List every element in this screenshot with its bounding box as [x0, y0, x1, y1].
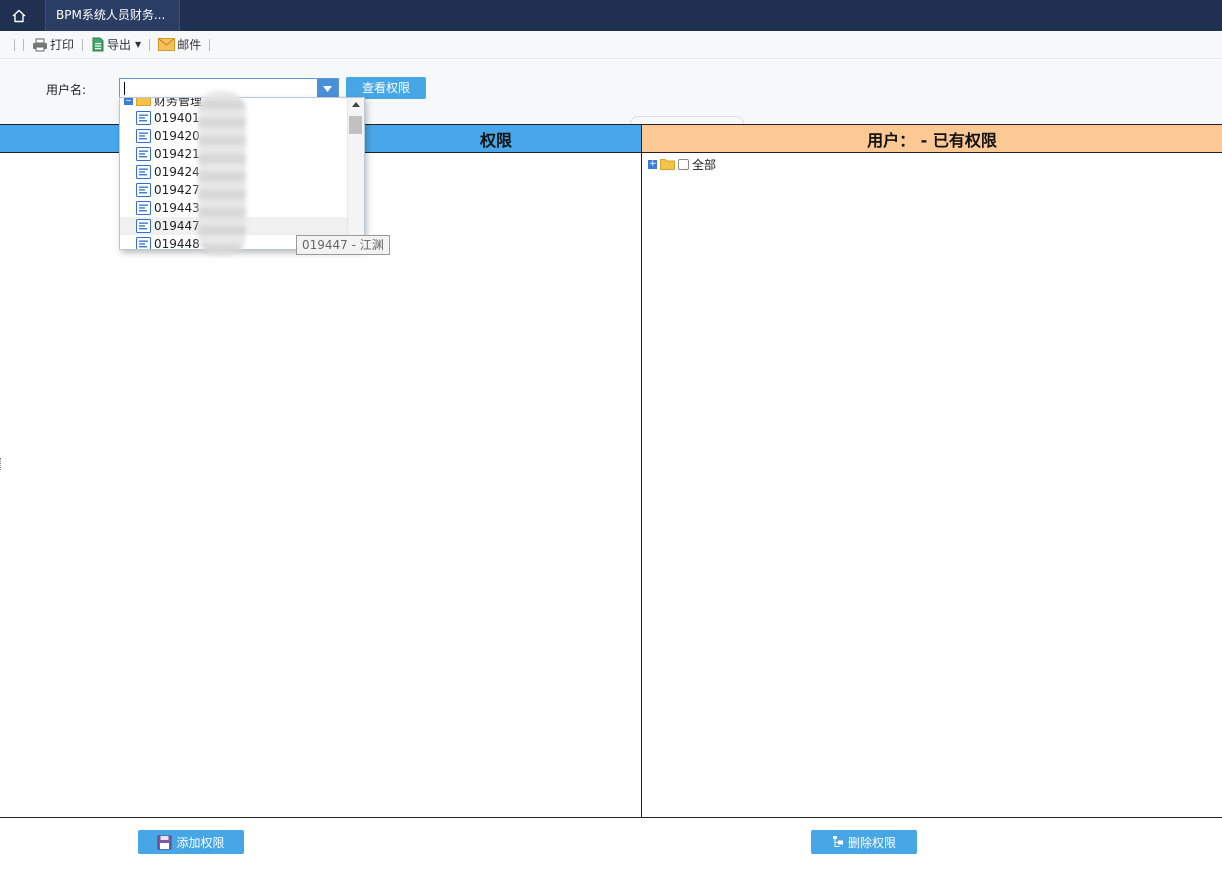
dropdown-item-label: 019401 [154, 111, 200, 125]
delete-permission-button[interactable]: 删除权限 [811, 830, 917, 854]
export-label: 导出 [107, 38, 132, 52]
user-card-icon [136, 147, 151, 161]
scroll-up-icon[interactable] [352, 102, 360, 107]
add-permission-button[interactable]: 添加权限 [138, 830, 244, 854]
user-card-icon [136, 219, 151, 233]
save-icon [157, 835, 172, 849]
mail-button[interactable]: 邮件 [158, 36, 201, 53]
printer-icon [33, 38, 47, 51]
toolbar: 打印 导出 ▼ 邮件 [0, 31, 1222, 59]
user-card-icon [136, 201, 151, 215]
combobox-dropdown-button[interactable] [317, 79, 338, 98]
tree-node-label: 全部 [692, 157, 717, 172]
caret-down-icon [323, 85, 332, 92]
dropdown-scrollbar[interactable] [347, 98, 364, 249]
privacy-mask [198, 91, 246, 256]
home-button[interactable] [0, 0, 38, 31]
splitter-handle[interactable] [0, 458, 2, 470]
export-button[interactable]: 导出 ▼ [91, 36, 141, 53]
dropdown-group-label: 财务管理 [154, 97, 203, 108]
folder-icon [136, 98, 151, 106]
print-label: 打印 [50, 38, 75, 52]
dropdown-item-label: 019421 [154, 147, 200, 161]
print-button[interactable]: 打印 [32, 36, 74, 53]
user-card-icon [136, 183, 151, 197]
toolbar-divider [23, 38, 24, 51]
expand-icon[interactable]: + [648, 159, 657, 169]
home-icon [12, 9, 26, 22]
owned-permissions-panel: 用户： - 已有权限 + 全部 [642, 124, 1222, 818]
delete-permission-label: 删除权限 [847, 835, 896, 850]
action-bar: 添加权限 删除权限 [0, 817, 1222, 884]
user-card-icon [136, 111, 151, 125]
permission-tree: + 全部 [642, 153, 1222, 175]
user-card-icon [136, 237, 151, 249]
toolbar-divider [82, 38, 84, 51]
checkbox-all[interactable] [678, 158, 689, 170]
left-panel-title: 权限 [480, 130, 513, 150]
toolbar-divider [149, 38, 151, 51]
collapse-icon[interactable]: − [124, 98, 133, 105]
scrollbar-thumb[interactable] [349, 116, 362, 134]
chevron-down-icon: ▼ [135, 40, 142, 49]
username-label: 用户名: [46, 83, 87, 97]
add-permission-label: 添加权限 [176, 835, 225, 850]
mail-label: 邮件 [177, 38, 202, 52]
item-tooltip: 019447 - 江渊 [296, 235, 390, 255]
tree-node-all: + 全部 [648, 156, 1216, 172]
toolbar-divider [209, 38, 211, 51]
top-bar: BPM系统人员财务... [0, 0, 1222, 31]
user-card-icon [136, 129, 151, 143]
right-panel-title: 用户： - 已有权限 [867, 130, 997, 150]
folder-icon [660, 159, 675, 170]
view-permissions-button[interactable]: 查看权限 [346, 77, 426, 99]
text-caret [124, 82, 125, 95]
tree-minus-icon [832, 836, 843, 847]
tab-bpm-finance[interactable]: BPM系统人员财务... [45, 0, 180, 31]
dropdown-item-label: 019420 [154, 129, 200, 143]
right-panel-header: 用户： - 已有权限 [642, 124, 1222, 153]
collapse-handle[interactable] [630, 116, 744, 124]
excel-icon [92, 37, 104, 52]
toolbar-divider [14, 38, 15, 51]
user-card-icon [136, 165, 151, 179]
mail-icon [158, 38, 176, 51]
